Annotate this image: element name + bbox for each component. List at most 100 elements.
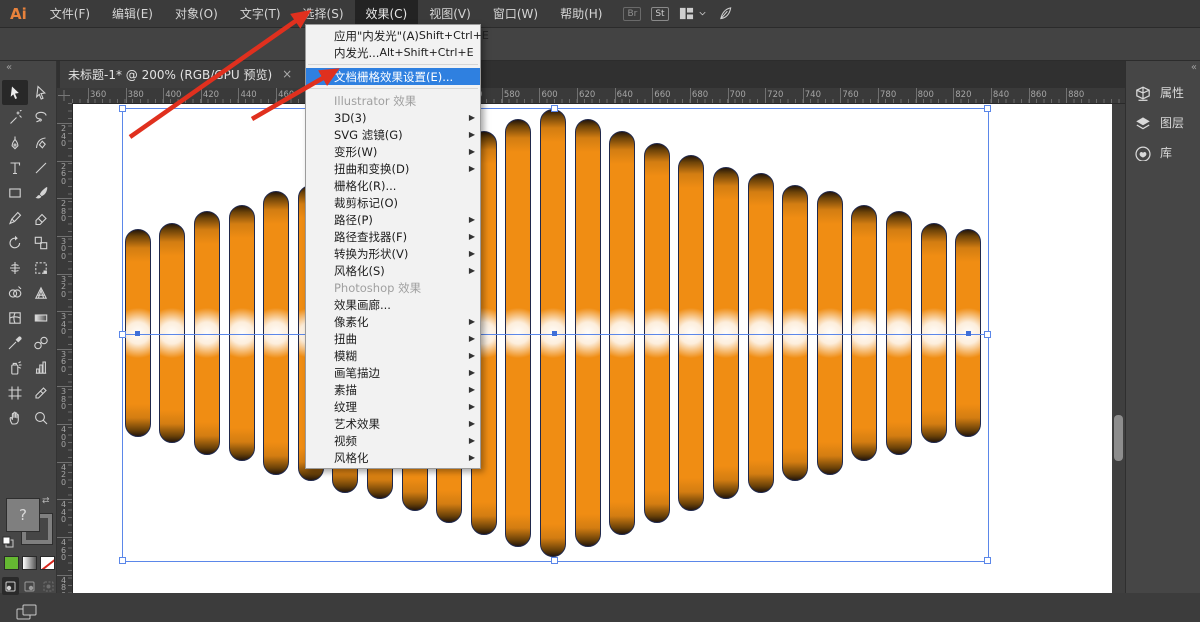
effects-menu-item[interactable]: 风格化▶ <box>306 449 480 466</box>
effects-menu-item[interactable]: 变形(W)▶ <box>306 143 480 160</box>
curvature-tool[interactable] <box>28 130 54 155</box>
selection-handle-7[interactable] <box>984 557 991 564</box>
selection-handle-2[interactable] <box>984 105 991 112</box>
workspace-layout-icon[interactable] <box>679 6 694 21</box>
screen-mode-button[interactable] <box>16 604 38 622</box>
draw-inside-mode-icon[interactable] <box>40 577 57 595</box>
direct-selection-tool[interactable] <box>28 80 54 105</box>
effects-menu-item[interactable]: 视频▶ <box>306 432 480 449</box>
vertical-ruler[interactable]: 2 4 02 6 02 8 03 0 03 2 03 4 03 6 03 8 0… <box>56 103 73 593</box>
effects-menu-item[interactable]: 文档栅格效果设置(E)... <box>306 68 480 85</box>
effects-menu-item[interactable]: 效果画廊... <box>306 296 480 313</box>
zoom-tool[interactable] <box>28 405 54 430</box>
ruler-origin-corner[interactable] <box>56 88 73 104</box>
pen-tool[interactable] <box>2 130 28 155</box>
mesh-tool[interactable] <box>2 305 28 330</box>
panel-dock-item-libraries[interactable]: 库 <box>1134 144 1172 161</box>
effects-menu-item[interactable]: 路径(P)▶ <box>306 211 480 228</box>
fill-swatch[interactable]: ? <box>6 498 40 532</box>
menu-item-对象O[interactable]: 对象(O) <box>164 0 229 27</box>
effects-menu-item[interactable]: 路径查找器(F)▶ <box>306 228 480 245</box>
effects-menu-item[interactable]: 风格化(S)▶ <box>306 262 480 279</box>
menu-item-文件F[interactable]: 文件(F) <box>39 0 101 27</box>
artboard-tool[interactable] <box>2 380 28 405</box>
anchor-point-0[interactable] <box>552 331 557 336</box>
slice-tool[interactable] <box>28 380 54 405</box>
effects-menu-item[interactable]: 扭曲和变换(D)▶ <box>306 160 480 177</box>
effects-menu-item[interactable]: 素描▶ <box>306 381 480 398</box>
selection-handle-0[interactable] <box>119 105 126 112</box>
free-transform-tool[interactable] <box>28 255 54 280</box>
effects-menu-item[interactable]: 艺术效果▶ <box>306 415 480 432</box>
rectangle-tool[interactable] <box>2 180 28 205</box>
swap-fill-stroke-icon[interactable]: ⇄ <box>42 496 50 506</box>
menu-item-效果C[interactable]: 效果(C) <box>355 0 419 27</box>
vertical-scrollbar[interactable] <box>1112 103 1125 593</box>
selection-handle-4[interactable] <box>984 331 991 338</box>
shape-builder-tool[interactable] <box>2 280 28 305</box>
stock-badge-icon[interactable]: St <box>651 7 668 21</box>
perspective-grid-tool[interactable] <box>28 280 54 305</box>
menu-item-窗口W[interactable]: 窗口(W) <box>482 0 549 27</box>
eraser-tool[interactable] <box>28 205 54 230</box>
lasso-tool[interactable] <box>28 105 54 130</box>
blend-tool[interactable] <box>28 330 54 355</box>
chevron-down-icon[interactable] <box>697 8 708 19</box>
effects-menu-item[interactable]: 扭曲▶ <box>306 330 480 347</box>
width-tool[interactable] <box>2 255 28 280</box>
selection-handle-3[interactable] <box>119 331 126 338</box>
gpu-performance-icon[interactable] <box>718 6 733 21</box>
document-tab[interactable]: 未标题-1* @ 200% (RGB/GPU 预览) × <box>60 60 314 88</box>
bridge-badge-icon[interactable]: Br <box>623 7 641 21</box>
draw-normal-mode-icon[interactable] <box>2 577 19 595</box>
horizontal-ruler[interactable]: 3603804004204404604805005205405605806006… <box>72 88 1125 104</box>
effects-menu-item[interactable]: SVG 滤镜(G)▶ <box>306 126 480 143</box>
scrollbar-thumb[interactable] <box>1114 415 1123 461</box>
menu-item-编辑E[interactable]: 编辑(E) <box>101 0 164 27</box>
panel-dock-item-layers[interactable]: 图层 <box>1134 114 1184 131</box>
close-tab-icon[interactable]: × <box>282 67 292 81</box>
effects-menu-item[interactable]: 内发光...Alt+Shift+Ctrl+E <box>306 44 480 61</box>
effects-menu-item[interactable]: 裁剪标记(O) <box>306 194 480 211</box>
pencil-tool[interactable] <box>2 205 28 230</box>
line-segment-tool[interactable] <box>28 155 54 180</box>
color-fill-button[interactable] <box>4 556 19 570</box>
type-tool[interactable] <box>2 155 28 180</box>
toolbar-collapse-icon[interactable]: « <box>6 62 12 73</box>
default-fill-stroke-icon[interactable] <box>2 536 14 548</box>
menu-item-选择S[interactable]: 选择(S) <box>292 0 355 27</box>
anchor-point-1[interactable] <box>135 331 140 336</box>
v-ruler-label-380: 3 8 0 <box>56 388 71 411</box>
effects-menu-item[interactable]: 3D(3)▶ <box>306 109 480 126</box>
draw-behind-mode-icon[interactable] <box>21 577 38 595</box>
gradient-fill-button[interactable] <box>22 556 37 570</box>
hand-tool[interactable] <box>2 405 28 430</box>
selection-handle-5[interactable] <box>119 557 126 564</box>
gradient-tool[interactable] <box>28 305 54 330</box>
effects-menu-item[interactable]: 纹理▶ <box>306 398 480 415</box>
artboard-canvas[interactable] <box>72 103 1112 593</box>
effects-menu-item[interactable]: 画笔描边▶ <box>306 364 480 381</box>
effects-menu-item[interactable]: 转换为形状(V)▶ <box>306 245 480 262</box>
eyedropper-tool[interactable] <box>2 330 28 355</box>
paintbrush-tool[interactable] <box>28 180 54 205</box>
column-graph-tool[interactable] <box>28 355 54 380</box>
menu-item-文字T[interactable]: 文字(T) <box>229 0 292 27</box>
panel-dock-item-properties[interactable]: 属性 <box>1134 84 1184 101</box>
panel-collapse-icon[interactable]: « <box>1191 62 1197 73</box>
rotate-tool[interactable] <box>2 230 28 255</box>
symbol-sprayer-tool[interactable] <box>2 355 28 380</box>
menu-item-帮助H[interactable]: 帮助(H) <box>549 0 613 27</box>
effects-menu-item[interactable]: 应用"内发光"(A)Shift+Ctrl+E <box>306 27 480 44</box>
anchor-point-2[interactable] <box>966 331 971 336</box>
selection-handle-1[interactable] <box>551 105 558 112</box>
none-fill-button[interactable] <box>40 556 55 570</box>
selection-handle-6[interactable] <box>551 557 558 564</box>
menu-item-视图V[interactable]: 视图(V) <box>418 0 482 27</box>
magic-wand-tool[interactable] <box>2 105 28 130</box>
effects-menu-item[interactable]: 像素化▶ <box>306 313 480 330</box>
effects-menu-item[interactable]: 栅格化(R)... <box>306 177 480 194</box>
scale-tool[interactable] <box>28 230 54 255</box>
effects-menu-item[interactable]: 模糊▶ <box>306 347 480 364</box>
selection-tool[interactable] <box>2 80 28 105</box>
